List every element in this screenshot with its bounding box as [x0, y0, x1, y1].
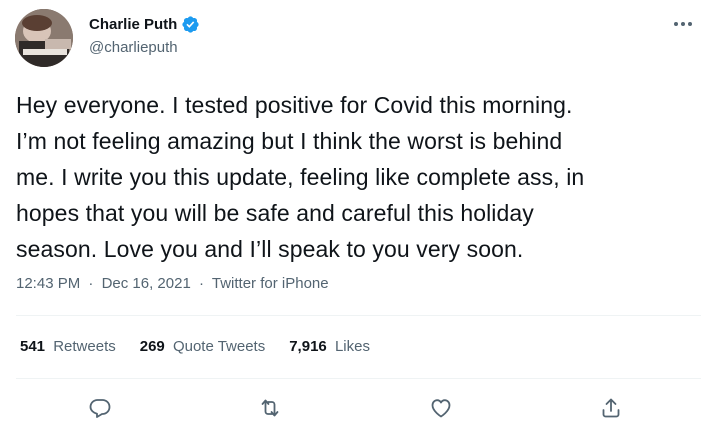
tweet-meta: 12:43 PM · Dec 16, 2021 · Twitter for iP… [16, 275, 329, 292]
tweet-card: Charlie Puth @charlieputh Hey everyone. … [0, 0, 717, 442]
retweets-count: 541 [20, 338, 46, 355]
avatar-image [15, 9, 73, 67]
heart-icon [431, 399, 451, 418]
quotes-label: Quote Tweets [172, 338, 266, 355]
divider [16, 315, 701, 316]
more-horizontal-icon [674, 22, 692, 26]
verified-badge-icon [182, 16, 199, 33]
meta-separator: · [88, 275, 94, 292]
tweet-stats: 541 Retweets 269 Quote Tweets 7,916 Like… [20, 338, 370, 355]
quote-tweets-stat[interactable]: 269 Quote Tweets [140, 338, 265, 355]
action-bar [0, 394, 717, 424]
author-name-row[interactable]: Charlie Puth [89, 15, 200, 34]
reply-icon [89, 399, 111, 418]
likes-stat[interactable]: 7,916 Likes [289, 338, 370, 355]
more-options-button[interactable] [671, 16, 695, 32]
tweet-text: Hey everyone. I tested positive for Covi… [16, 92, 585, 262]
author-name[interactable]: Charlie Puth [89, 16, 177, 33]
divider [16, 378, 701, 379]
reply-button[interactable] [86, 394, 114, 422]
retweet-icon [261, 399, 279, 417]
meta-separator: · [198, 275, 204, 292]
retweets-label: Retweets [53, 338, 116, 355]
share-icon [602, 398, 620, 418]
share-button[interactable] [597, 394, 625, 422]
avatar[interactable] [15, 9, 73, 67]
author-handle[interactable]: @charlieputh [89, 39, 178, 56]
quotes-count: 269 [139, 338, 165, 355]
likes-count: 7,916 [289, 338, 327, 355]
retweets-stat[interactable]: 541 Retweets [20, 338, 116, 355]
like-button[interactable] [427, 394, 455, 422]
tweet-source[interactable]: Twitter for iPhone [212, 275, 329, 292]
tweet-date[interactable]: Dec 16, 2021 [102, 275, 191, 292]
retweet-button[interactable] [256, 394, 284, 422]
likes-label: Likes [334, 338, 370, 355]
tweet-time[interactable]: 12:43 PM [16, 275, 80, 292]
